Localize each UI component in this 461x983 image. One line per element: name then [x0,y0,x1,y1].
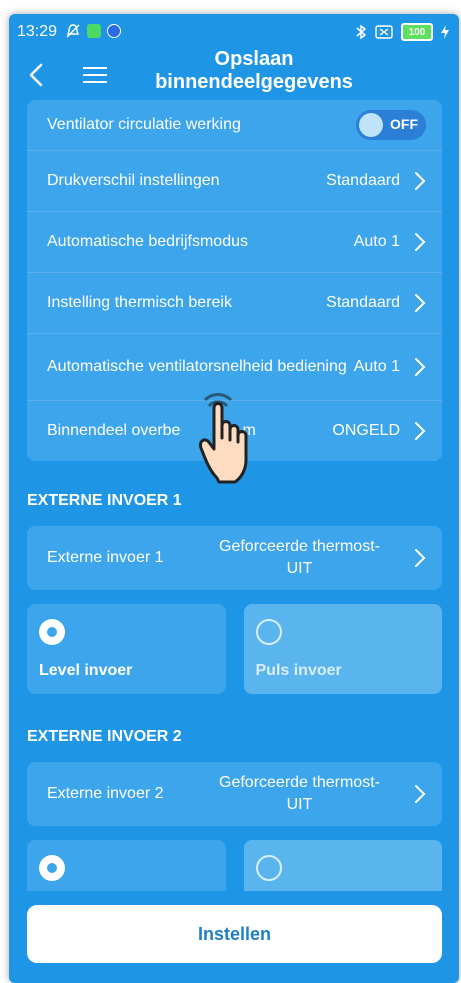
pressure-difference-row[interactable]: Drukverschil instellingen Standaard [27,151,442,212]
thermal-range-value: Standaard [326,294,400,311]
external-input-2-value: Geforceerde thermost- UIT [197,772,402,816]
radio-unselected-icon [255,619,282,645]
external-input-1-value-line2: UIT [286,560,313,577]
bluetooth-icon [356,24,367,40]
external-input-1-options: Level invoer Puls invoer [27,604,442,694]
pressure-difference-label: Drukverschil instellingen [47,172,220,189]
page-title-line1: Opslaan [214,48,294,70]
back-arrow-icon[interactable] [23,60,51,90]
auto-operation-mode-label: Automatische bedrijfsmodus [47,233,248,250]
level-input-label: Level invoer [39,662,133,679]
fan-circulation-row: Ventilator circulatie werking OFF [27,100,442,151]
radio-selected-icon [39,855,65,881]
external-input-2-label: Externe invoer 2 [47,785,164,802]
chevron-right-icon [415,785,426,803]
chevron-right-icon [415,422,426,440]
hamburger-menu-icon[interactable] [81,62,109,88]
pressure-difference-value: Standaard [326,172,400,189]
status-time: 13:29 [17,23,58,40]
shield-icon [107,24,121,38]
auto-operation-mode-value: Auto 1 [353,233,400,250]
sim-off-icon [375,25,393,39]
external-input-2-value-line2: UIT [286,796,313,813]
toggle-knob [359,113,383,137]
chevron-right-icon [415,172,426,190]
settings-content: Ventilator circulatie werking OFF Drukve… [27,100,442,930]
radio-unselected-icon [255,855,282,881]
external-input-1-row[interactable]: Externe invoer 1 Geforceerde thermost- U… [27,526,442,590]
chevron-right-icon [415,549,426,567]
status-right-icons: 100 [355,23,449,41]
chevron-right-icon [415,358,426,376]
charging-icon [441,25,449,39]
external-input-2-title: EXTERNE INVOER 2 [27,728,182,745]
bell-off-icon [66,24,80,38]
auto-fan-speed-label: Automatische ventilatorsnelheid bedienin… [47,358,347,375]
external-input-1-value: Geforceerde thermost- UIT [197,536,402,580]
radio-selected-icon [39,619,65,645]
external-input-1-value-line1: Geforceerde thermost- [219,538,380,555]
chevron-right-icon [415,294,426,312]
page-title-line2: binnendeelgegevens [155,71,353,93]
indoor-unit-value: ONGELD [332,422,400,439]
status-bar: 13:29 100 [9,14,459,48]
bottom-action-bar: Instellen [9,891,459,983]
pulse-input-label: Puls invoer [255,662,342,679]
chevron-right-icon [415,233,426,251]
app-screen: 13:29 100 Opslaan binnendeelgegevens Ven… [9,14,459,983]
fan-circulation-toggle[interactable]: OFF [356,110,426,140]
app-header: Opslaan binnendeelgegevens [9,48,459,108]
battery-icon: 100 [401,23,433,41]
external-input-2-value-line1: Geforceerde thermost- [219,774,380,791]
auto-operation-mode-row[interactable]: Automatische bedrijfsmodus Auto 1 [27,212,442,273]
status-left-icons [65,23,121,39]
toggle-state-text: OFF [390,116,418,132]
indoor-unit-label-start: Binnendeel overbe [47,422,181,439]
external-input-1-label: Externe invoer 1 [47,549,164,566]
thermal-range-label: Instelling thermisch bereik [47,294,232,311]
thermal-range-row[interactable]: Instelling thermisch bereik Standaard [27,273,442,334]
level-input-option[interactable]: Level invoer [27,604,226,694]
set-button[interactable]: Instellen [27,905,442,963]
pulse-input-option[interactable]: Puls invoer [243,604,442,694]
page-title: Opslaan binnendeelgegevens [109,48,399,94]
auto-fan-speed-value: Auto 1 [353,358,400,375]
app-notification-icon [87,24,101,38]
external-input-2-row[interactable]: Externe invoer 2 Geforceerde thermost- U… [27,762,442,826]
fan-circulation-label: Ventilator circulatie werking [47,116,241,133]
hand-pointer-icon [199,393,248,484]
